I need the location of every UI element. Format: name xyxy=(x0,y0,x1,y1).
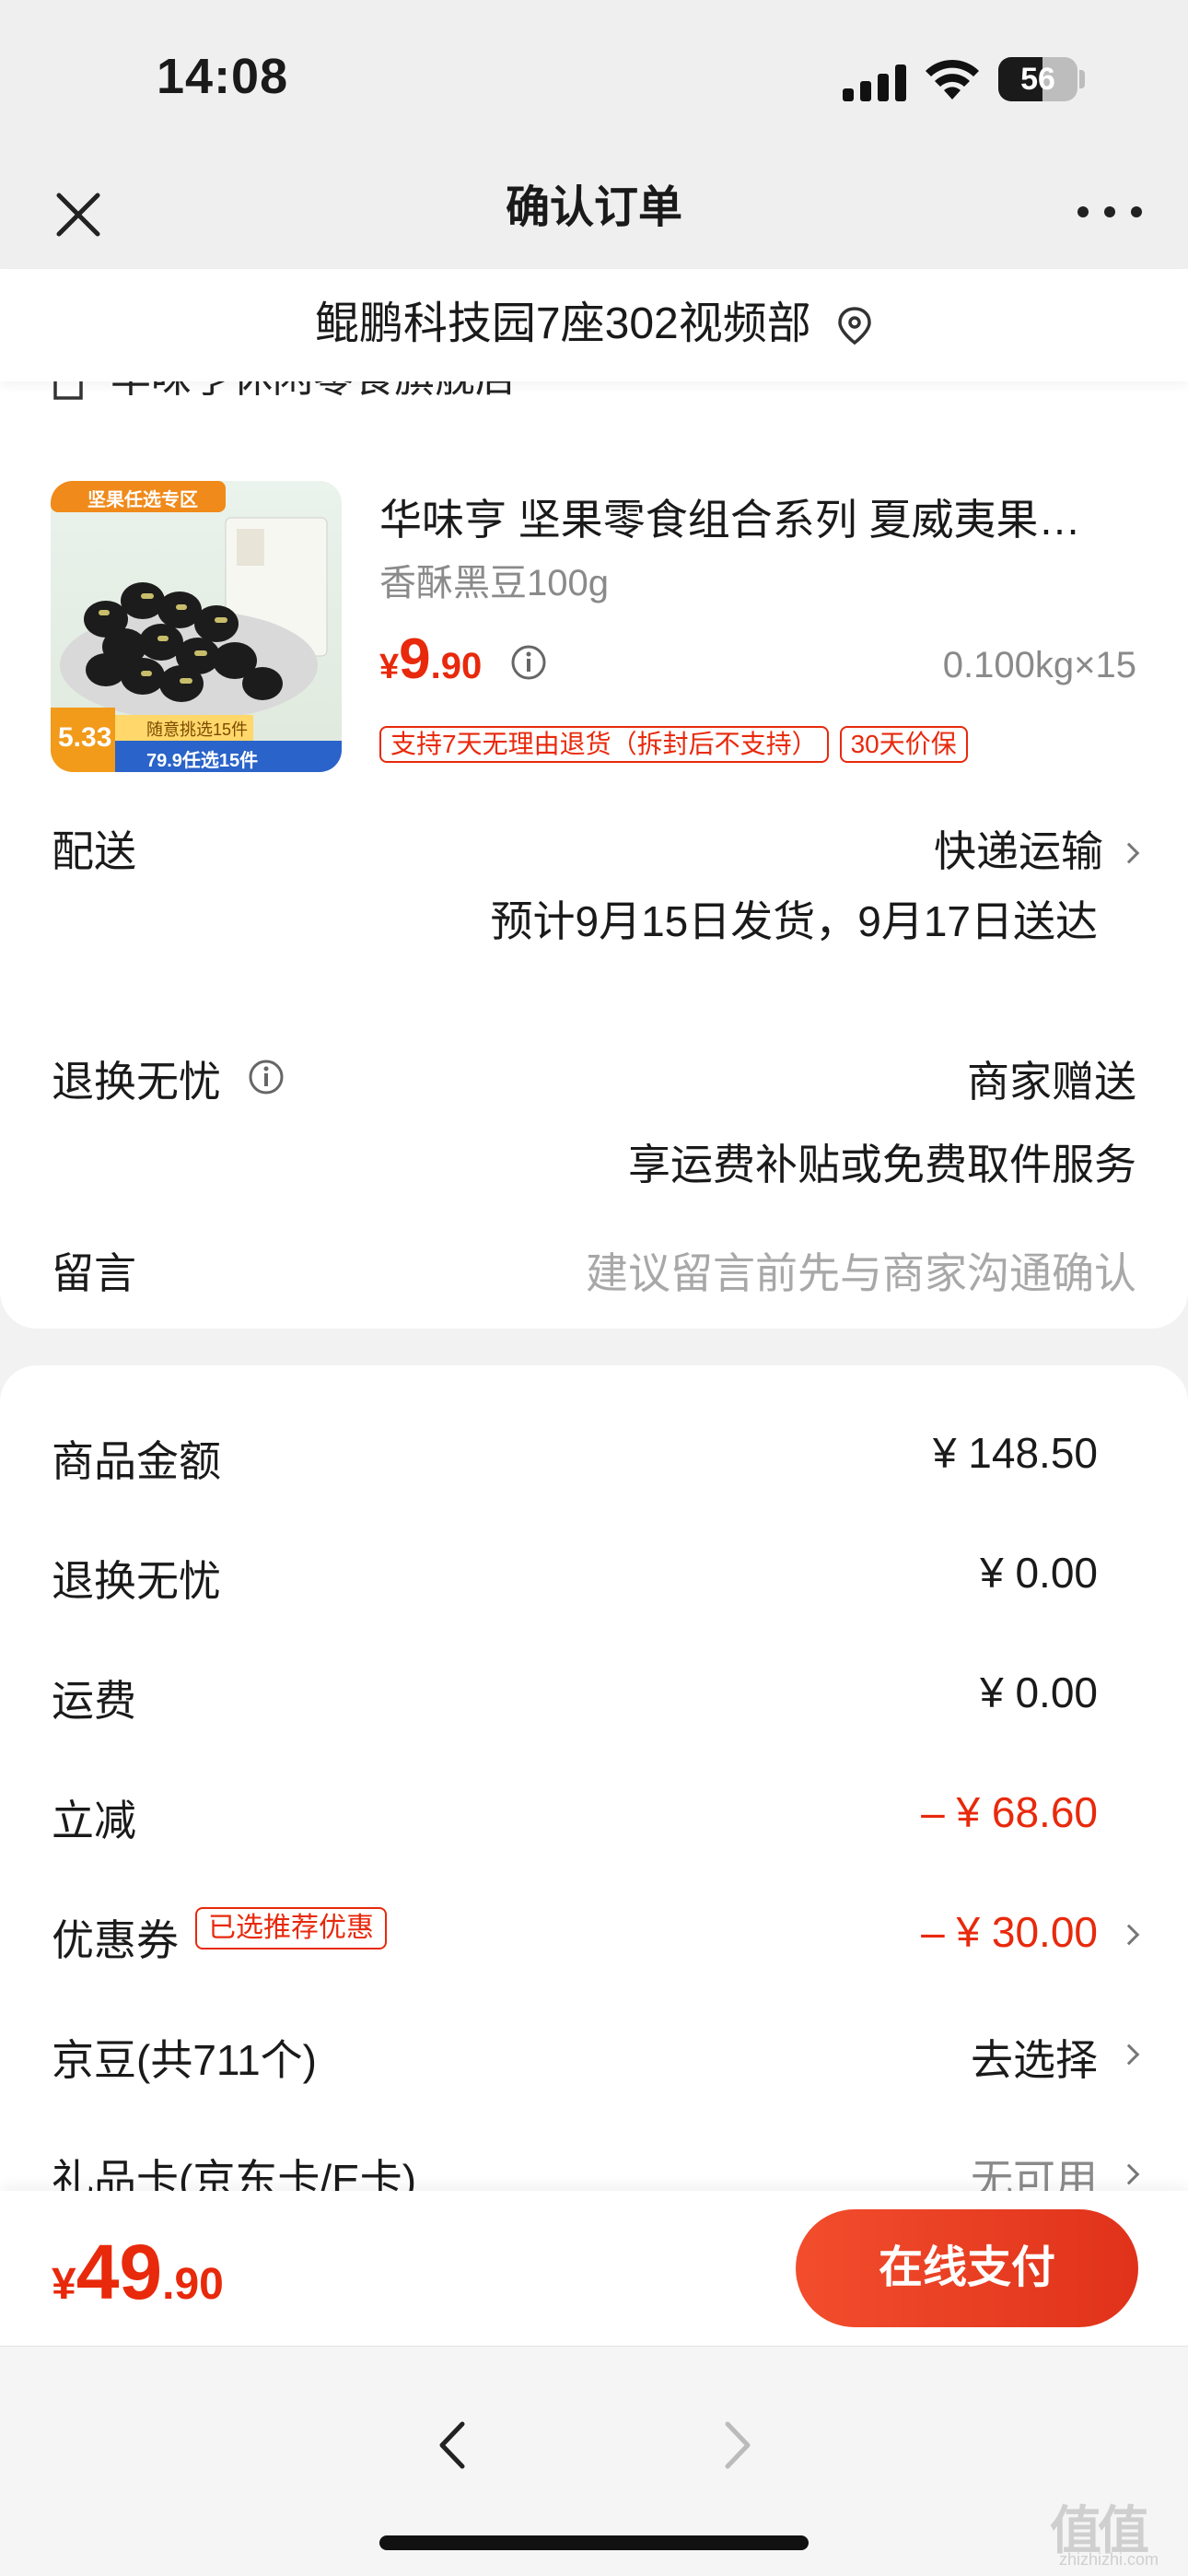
price-int: 9 xyxy=(399,627,431,691)
delivery-label: 配送 xyxy=(52,827,136,875)
shipping-label: 运费 xyxy=(52,1677,136,1725)
pay-bar: ¥49.90 在线支付 xyxy=(0,2191,1188,2346)
coupon-row[interactable]: 优惠券 已选推荐优惠 – ¥ 30.00 xyxy=(0,1887,1188,1979)
chevron-right-icon xyxy=(1118,2163,1140,2185)
total-int: 49 xyxy=(76,2229,163,2315)
info-icon[interactable] xyxy=(247,1058,285,1096)
address-bar[interactable]: 鲲鹏科技园7座302视频部 xyxy=(0,269,1188,381)
total-dec: .90 xyxy=(162,2260,224,2309)
product-image[interactable]: 坚果任选专区 5.33 随意挑选15件 79.9任选15件 xyxy=(51,481,342,772)
status-time: 14:08 xyxy=(157,49,289,104)
return-fee-value: ¥ 0.00 xyxy=(980,1549,1098,1597)
goods-amount-row: 商品金额 ¥ 148.50 xyxy=(0,1408,1188,1500)
status-bar: 14:08 56 xyxy=(0,0,1188,157)
total-currency: ¥ xyxy=(52,2260,76,2309)
return-fee-label: 退换无忧 xyxy=(52,1557,221,1605)
pay-online-button[interactable]: 在线支付 xyxy=(796,2209,1138,2327)
info-icon[interactable] xyxy=(509,643,548,682)
product-spec: 香酥黑豆100g xyxy=(379,563,609,603)
nav-bar: 确认订单 xyxy=(0,157,1188,269)
return-fee-row: 退换无忧 ¥ 0.00 xyxy=(0,1528,1188,1620)
location-pin-icon xyxy=(838,307,871,345)
battery-level: 56 xyxy=(1020,62,1055,97)
message-label: 留言 xyxy=(52,1249,136,1297)
close-icon[interactable] xyxy=(46,182,111,247)
shipping-value: ¥ 0.00 xyxy=(980,1669,1098,1716)
delivery-method-text: 快递运输 xyxy=(934,827,1103,875)
image-badge-price: 5.33 xyxy=(58,722,112,753)
coupon-value: – ¥ 30.00 xyxy=(921,1908,1098,1956)
coupon-label: 优惠券 xyxy=(52,1916,179,1964)
more-icon[interactable] xyxy=(1077,184,1142,240)
discount-row: 立减 – ¥ 68.60 xyxy=(0,1767,1188,1859)
image-badge-bottom: 79.9任选15件 xyxy=(146,751,259,771)
product-title[interactable]: 华味亨 坚果零食组合系列 夏威夷果… xyxy=(379,486,1144,547)
return-service-desc: 享运费补贴或免费取件服务 xyxy=(628,1141,1136,1188)
jingdou-label: 京豆(共711个) xyxy=(52,2036,317,2084)
product-tags: 支持7天无理由退货（拆封后不支持） 30天价保 xyxy=(379,726,968,763)
page-title: 确认订单 xyxy=(505,183,682,232)
discount-label: 立减 xyxy=(52,1797,136,1844)
image-badge-top: 坚果任选专区 xyxy=(87,490,198,510)
goods-amount-label: 商品金额 xyxy=(52,1437,221,1485)
coupon-tag: 已选推荐优惠 xyxy=(195,1907,387,1950)
product-price: ¥9.90 xyxy=(379,626,482,692)
product-quantity: 0.100kg×15 xyxy=(942,645,1136,685)
discount-value: – ¥ 68.60 xyxy=(921,1788,1098,1836)
order-total: ¥49.90 xyxy=(52,2228,224,2317)
jingdou-row[interactable]: 京豆(共711个) 去选择 xyxy=(0,2007,1188,2099)
return-policy-tag: 支持7天无理由退货（拆封后不支持） xyxy=(379,726,829,763)
image-badge-note: 随意挑选15件 xyxy=(146,720,249,739)
home-indicator xyxy=(379,2535,809,2550)
delivery-method[interactable]: 快递运输 xyxy=(934,818,1140,879)
watermark-sub: zhizhizhi.com xyxy=(1059,2550,1159,2569)
back-arrow-icon[interactable] xyxy=(425,2413,481,2477)
battery-icon: 56 xyxy=(998,57,1077,101)
store-card: 华味亨休闲零食旗舰店 坚 xyxy=(0,350,1188,1329)
delivery-estimate: 预计9月15日发货，9月17日送达 xyxy=(490,897,1099,945)
chevron-right-icon xyxy=(1118,1924,1140,1946)
price-protect-tag: 30天价保 xyxy=(839,726,968,763)
wifi-icon xyxy=(926,59,979,100)
price-dec: .90 xyxy=(430,646,483,686)
price-currency: ¥ xyxy=(379,648,400,686)
shipping-row: 运费 ¥ 0.00 xyxy=(0,1647,1188,1739)
chevron-right-icon xyxy=(1118,842,1140,864)
message-input[interactable]: 建议留言前先与商家沟通确认 xyxy=(586,1240,1136,1301)
return-service-label: 退换无忧 xyxy=(52,1058,221,1106)
signal-icon xyxy=(843,64,906,101)
forward-arrow-icon[interactable] xyxy=(709,2413,764,2477)
chevron-right-icon xyxy=(1118,2043,1140,2066)
battery-tip xyxy=(1079,70,1085,88)
goods-amount-value: ¥ 148.50 xyxy=(932,1429,1098,1477)
jingdou-value: 去选择 xyxy=(971,2036,1098,2084)
return-service-value: 商家赠送 xyxy=(967,1058,1136,1106)
address-text: 鲲鹏科技园7座302视频部 xyxy=(314,299,811,348)
